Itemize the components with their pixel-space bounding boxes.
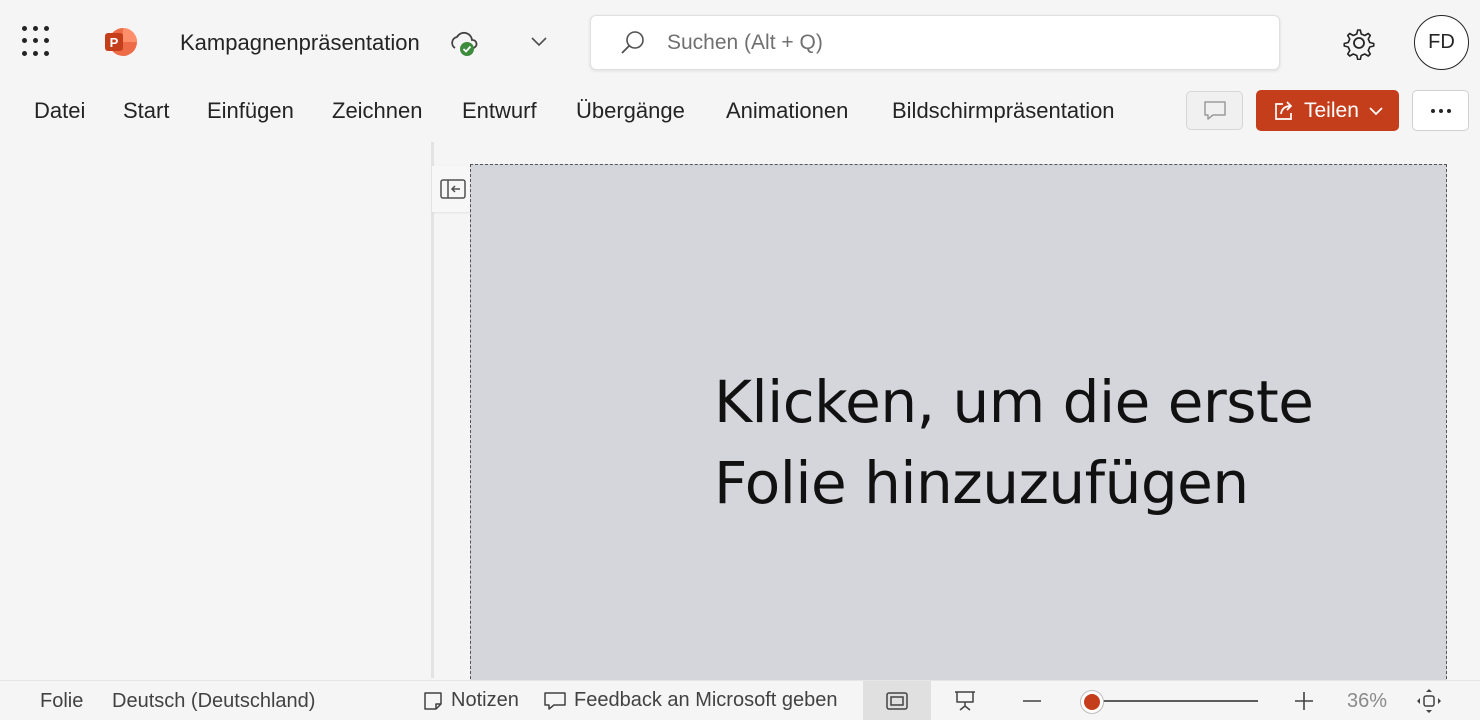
presenter-view-button[interactable]: [950, 687, 980, 715]
fit-to-window-icon[interactable]: [1416, 688, 1442, 714]
comment-icon: [1203, 100, 1226, 120]
normal-view-icon: [886, 692, 908, 710]
collapse-pane-button[interactable]: [432, 166, 473, 212]
chevron-down-icon[interactable]: [528, 30, 550, 52]
tab-entwurf[interactable]: Entwurf: [462, 98, 537, 124]
app-launcher-icon[interactable]: [22, 26, 54, 58]
zoom-slider[interactable]: [1092, 700, 1258, 702]
status-bar: Folie Deutsch (Deutschland) Notizen Feed…: [0, 680, 1480, 720]
share-icon: [1275, 100, 1293, 120]
feedback-label: Feedback an Microsoft geben: [574, 689, 838, 711]
powerpoint-logo-icon: P: [105, 28, 137, 56]
more-icon[interactable]: [1412, 90, 1469, 131]
zoom-level[interactable]: 36%: [1347, 690, 1387, 713]
collapse-pane-icon: [439, 179, 466, 199]
language-indicator[interactable]: Deutsch (Deutschland): [112, 690, 315, 713]
placeholder-line-2: Folie hinzuzufügen: [714, 449, 1249, 517]
slide-canvas[interactable]: Klicken, um die erste Folie hinzuzufügen: [470, 164, 1447, 684]
tab-datei[interactable]: Datei: [34, 98, 85, 124]
gear-icon[interactable]: [1342, 26, 1376, 60]
tab-start[interactable]: Start: [123, 98, 169, 124]
zoom-slider-thumb[interactable]: [1081, 691, 1103, 713]
placeholder-line-1: Klicken, um die erste: [714, 368, 1314, 436]
add-first-slide-placeholder[interactable]: Klicken, um die erste Folie hinzuzufügen: [714, 362, 1314, 524]
slide-thumbnail-pane: [0, 142, 432, 678]
presenter-view-icon: [955, 691, 975, 711]
feedback-button[interactable]: Feedback an Microsoft geben: [543, 689, 838, 712]
document-title[interactable]: Kampagnenpräsentation: [180, 30, 420, 56]
avatar[interactable]: FD: [1414, 15, 1469, 70]
tab-bildschirmpraesentation[interactable]: Bildschirmpräsentation: [892, 98, 1115, 124]
comments-button[interactable]: [1186, 91, 1243, 130]
tab-uebergaenge[interactable]: Übergänge: [576, 98, 685, 124]
tab-einfuegen[interactable]: Einfügen: [207, 98, 294, 124]
normal-view-button[interactable]: [863, 681, 931, 720]
share-button[interactable]: Teilen: [1256, 90, 1399, 131]
share-label: Teilen: [1304, 98, 1359, 122]
svg-text:P: P: [110, 35, 119, 50]
cloud-saved-icon: [451, 31, 478, 56]
search-icon: [621, 31, 644, 54]
notes-button[interactable]: Notizen: [422, 689, 519, 712]
chevron-down-icon: [1369, 106, 1383, 115]
zoom-in-icon[interactable]: [1292, 689, 1316, 713]
zoom-out-icon[interactable]: [1020, 689, 1044, 713]
notes-icon: [424, 691, 442, 710]
title-bar: P Kampagnenpräsentation Suchen (Alt + Q)…: [0, 0, 1480, 86]
feedback-icon: [544, 691, 566, 710]
tab-zeichnen[interactable]: Zeichnen: [332, 98, 423, 124]
notes-label: Notizen: [451, 689, 519, 711]
tab-animationen[interactable]: Animationen: [726, 98, 848, 124]
pane-divider[interactable]: [431, 142, 434, 678]
search-placeholder: Suchen (Alt + Q): [667, 31, 823, 54]
search-input[interactable]: Suchen (Alt + Q): [590, 15, 1280, 70]
slide-indicator: Folie: [40, 690, 84, 712]
